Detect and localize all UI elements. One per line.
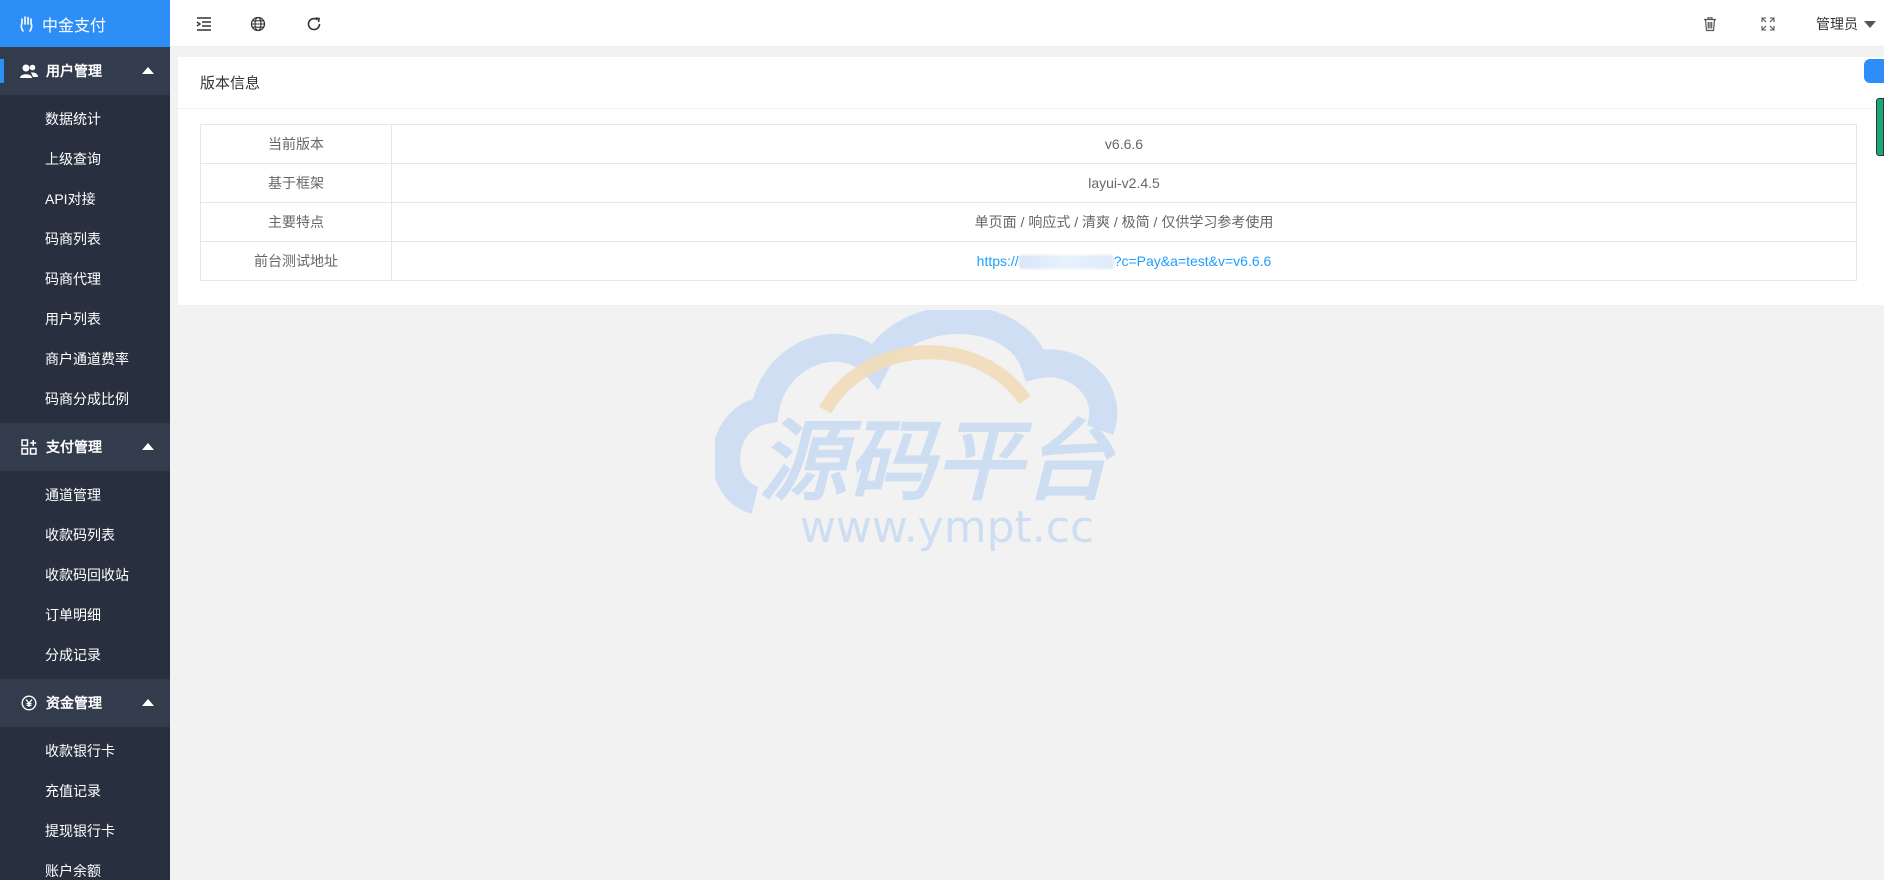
refresh-icon[interactable] [302, 12, 326, 36]
sidebar-item-api[interactable]: API对接 [0, 179, 170, 219]
floating-service-tab[interactable] [1864, 59, 1884, 83]
app-logo[interactable]: 中金支付 [0, 0, 170, 47]
caret-up-icon [142, 67, 154, 74]
hand-logo-icon [18, 15, 36, 33]
watermark: 源码平台 www.ympt.cc [712, 306, 1155, 560]
nav-head-payment-management[interactable]: 支付管理 [0, 423, 170, 471]
row-value: layui-v2.4.5 [391, 163, 1857, 203]
sidebar-item-merchant-agent[interactable]: 码商代理 [0, 259, 170, 299]
redacted-domain [1018, 255, 1114, 270]
nav-head-funds-management[interactable]: 资金管理 [0, 679, 170, 727]
yen-circle-icon [20, 694, 38, 712]
table-row: 基于框架 layui-v2.4.5 [200, 163, 1857, 203]
sidebar-item-recharge-record[interactable]: 充值记录 [0, 771, 170, 811]
version-info-table: 当前版本 v6.6.6 基于框架 layui-v2.4.5 主要特点 单页面 /… [200, 124, 1857, 281]
sidebar-item-account-balance[interactable]: 账户余额 [0, 851, 170, 880]
floating-side-handle[interactable] [1876, 98, 1884, 156]
sidebar-item-qr-recycle[interactable]: 收款码回收站 [0, 555, 170, 595]
menu-collapse-icon[interactable] [192, 12, 216, 36]
nav-head-label: 用户管理 [46, 63, 102, 79]
row-value: 单页面 / 响应式 / 清爽 / 极简 / 仅供学习参考使用 [391, 202, 1857, 242]
table-row: 主要特点 单页面 / 响应式 / 清爽 / 极简 / 仅供学习参考使用 [200, 202, 1857, 242]
sidebar-item-channel-rate[interactable]: 商户通道费率 [0, 339, 170, 379]
users-icon [20, 62, 38, 80]
sidebar-item-qr-list[interactable]: 收款码列表 [0, 515, 170, 555]
trash-icon[interactable] [1698, 12, 1722, 36]
app-title: 中金支付 [42, 17, 107, 35]
top-bar: 管理员 [170, 0, 1884, 47]
row-label: 基于框架 [200, 163, 392, 203]
sidebar-item-channel-management[interactable]: 通道管理 [0, 475, 170, 515]
sidebar-item-superior-query[interactable]: 上级查询 [0, 139, 170, 179]
link-suffix: ?c=Pay&a=test&v=v6.6.6 [1113, 252, 1272, 269]
sidebar: 中金支付 用户管理 数据统计 上级查询 API对接 码商列表 码商代理 用户列表… [0, 0, 170, 880]
sidebar-item-bank-card[interactable]: 收款银行卡 [0, 731, 170, 771]
nav-group-funds-management: 资金管理 收款银行卡 充值记录 提现银行卡 账户余额 [0, 679, 170, 880]
table-row: 当前版本 v6.6.6 [200, 124, 1857, 164]
version-info-card: 版本信息 当前版本 v6.6.6 基于框架 layui-v2.4.5 主要特点 … [178, 57, 1884, 305]
sidebar-item-share-ratio[interactable]: 码商分成比例 [0, 379, 170, 419]
table-row: 前台测试地址 https:// ?c=Pay&a=test&v=v6.6.6 [200, 241, 1857, 281]
row-label: 当前版本 [200, 124, 392, 164]
link-prefix: https:// [976, 252, 1019, 269]
sidebar-item-withdraw-card[interactable]: 提现银行卡 [0, 811, 170, 851]
nav-group-user-management: 用户管理 数据统计 上级查询 API对接 码商列表 码商代理 用户列表 商户通道… [0, 47, 170, 423]
caret-up-icon [142, 443, 154, 450]
sidebar-item-share-record[interactable]: 分成记录 [0, 635, 170, 675]
sidebar-item-data-stats[interactable]: 数据统计 [0, 99, 170, 139]
globe-icon[interactable] [246, 12, 270, 36]
nav-group-payment-management: 支付管理 通道管理 收款码列表 收款码回收站 订单明细 分成记录 [0, 423, 170, 679]
watermark-url: www.ympt.cc [800, 502, 1094, 553]
row-label: 前台测试地址 [200, 241, 392, 281]
caret-down-icon [1864, 20, 1876, 28]
fullscreen-icon[interactable] [1756, 12, 1780, 36]
sidebar-item-user-list[interactable]: 用户列表 [0, 299, 170, 339]
admin-menu[interactable]: 管理员 [1816, 14, 1876, 34]
sidebar-item-merchant-list[interactable]: 码商列表 [0, 219, 170, 259]
card-title: 版本信息 [178, 57, 1884, 109]
sidebar-item-order-detail[interactable]: 订单明细 [0, 595, 170, 635]
watermark-title: 源码平台 [759, 410, 1116, 513]
admin-label: 管理员 [1816, 16, 1858, 32]
row-label: 主要特点 [200, 202, 392, 242]
nav-head-label: 资金管理 [46, 695, 102, 711]
test-url-link[interactable]: https:// ?c=Pay&a=test&v=v6.6.6 [976, 252, 1272, 270]
row-value: https:// ?c=Pay&a=test&v=v6.6.6 [391, 241, 1857, 281]
nav-head-user-management[interactable]: 用户管理 [0, 47, 170, 95]
nav-head-label: 支付管理 [46, 439, 102, 455]
grid-plus-icon [20, 438, 38, 456]
row-value: v6.6.6 [391, 124, 1857, 164]
caret-up-icon [142, 699, 154, 706]
